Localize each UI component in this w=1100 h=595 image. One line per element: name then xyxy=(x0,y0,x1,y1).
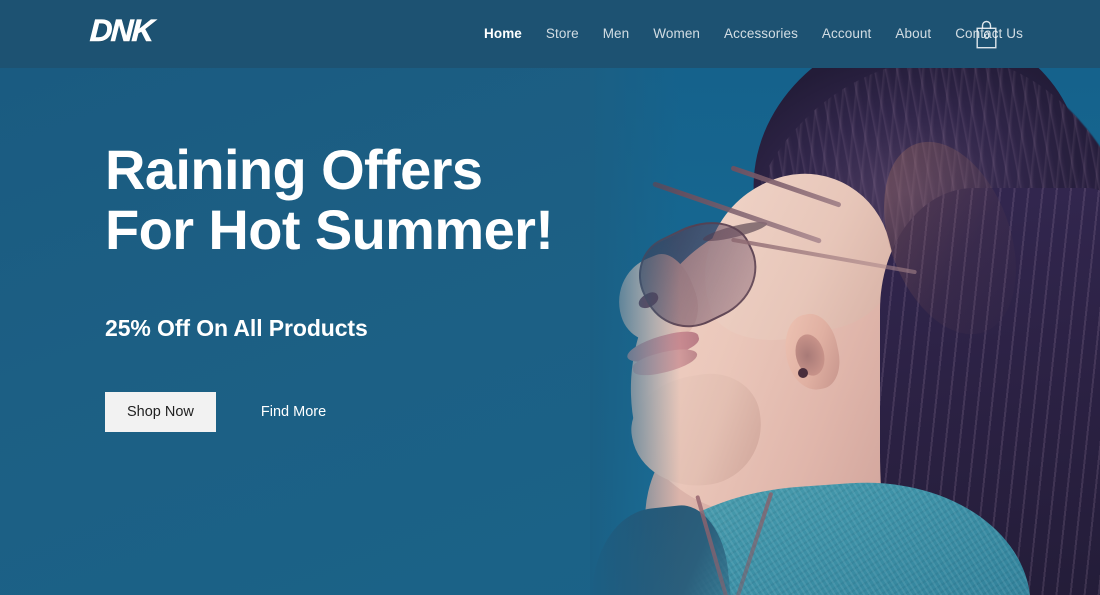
earring xyxy=(798,368,808,378)
hero-headline: Raining Offers For Hot Summer! xyxy=(105,140,625,260)
nav-item-home[interactable]: Home xyxy=(472,0,534,68)
nav-item-accessories[interactable]: Accessories xyxy=(712,0,810,68)
nav-item-account[interactable]: Account xyxy=(810,0,883,68)
nav-item-men[interactable]: Men xyxy=(591,0,642,68)
cart-count: 0 xyxy=(983,30,990,42)
hero-subheadline: 25% Off On All Products xyxy=(105,315,368,341)
hero-photo xyxy=(590,68,1100,595)
site-header: DNK Home Store Men Women Accessories Acc… xyxy=(0,0,1100,68)
hero-headline-line1: Raining Offers xyxy=(105,138,483,201)
find-more-link[interactable]: Find More xyxy=(261,404,326,420)
hero-cta-row: Shop Now Find More xyxy=(105,392,625,432)
shop-now-button[interactable]: Shop Now xyxy=(105,392,216,432)
cart-button[interactable]: 0 xyxy=(974,20,999,49)
landing-page: DNK Home Store Men Women Accessories Acc… xyxy=(0,0,1100,595)
main-navigation: Home Store Men Women Accessories Account… xyxy=(472,0,1035,68)
hero-content: Raining Offers For Hot Summer! 25% Off O… xyxy=(105,140,625,432)
nav-item-about[interactable]: About xyxy=(883,0,943,68)
brand-logo[interactable]: DNK xyxy=(89,13,154,49)
hero-headline-line2: For Hot Summer! xyxy=(105,198,554,261)
nav-item-store[interactable]: Store xyxy=(534,0,591,68)
nav-item-women[interactable]: Women xyxy=(641,0,712,68)
